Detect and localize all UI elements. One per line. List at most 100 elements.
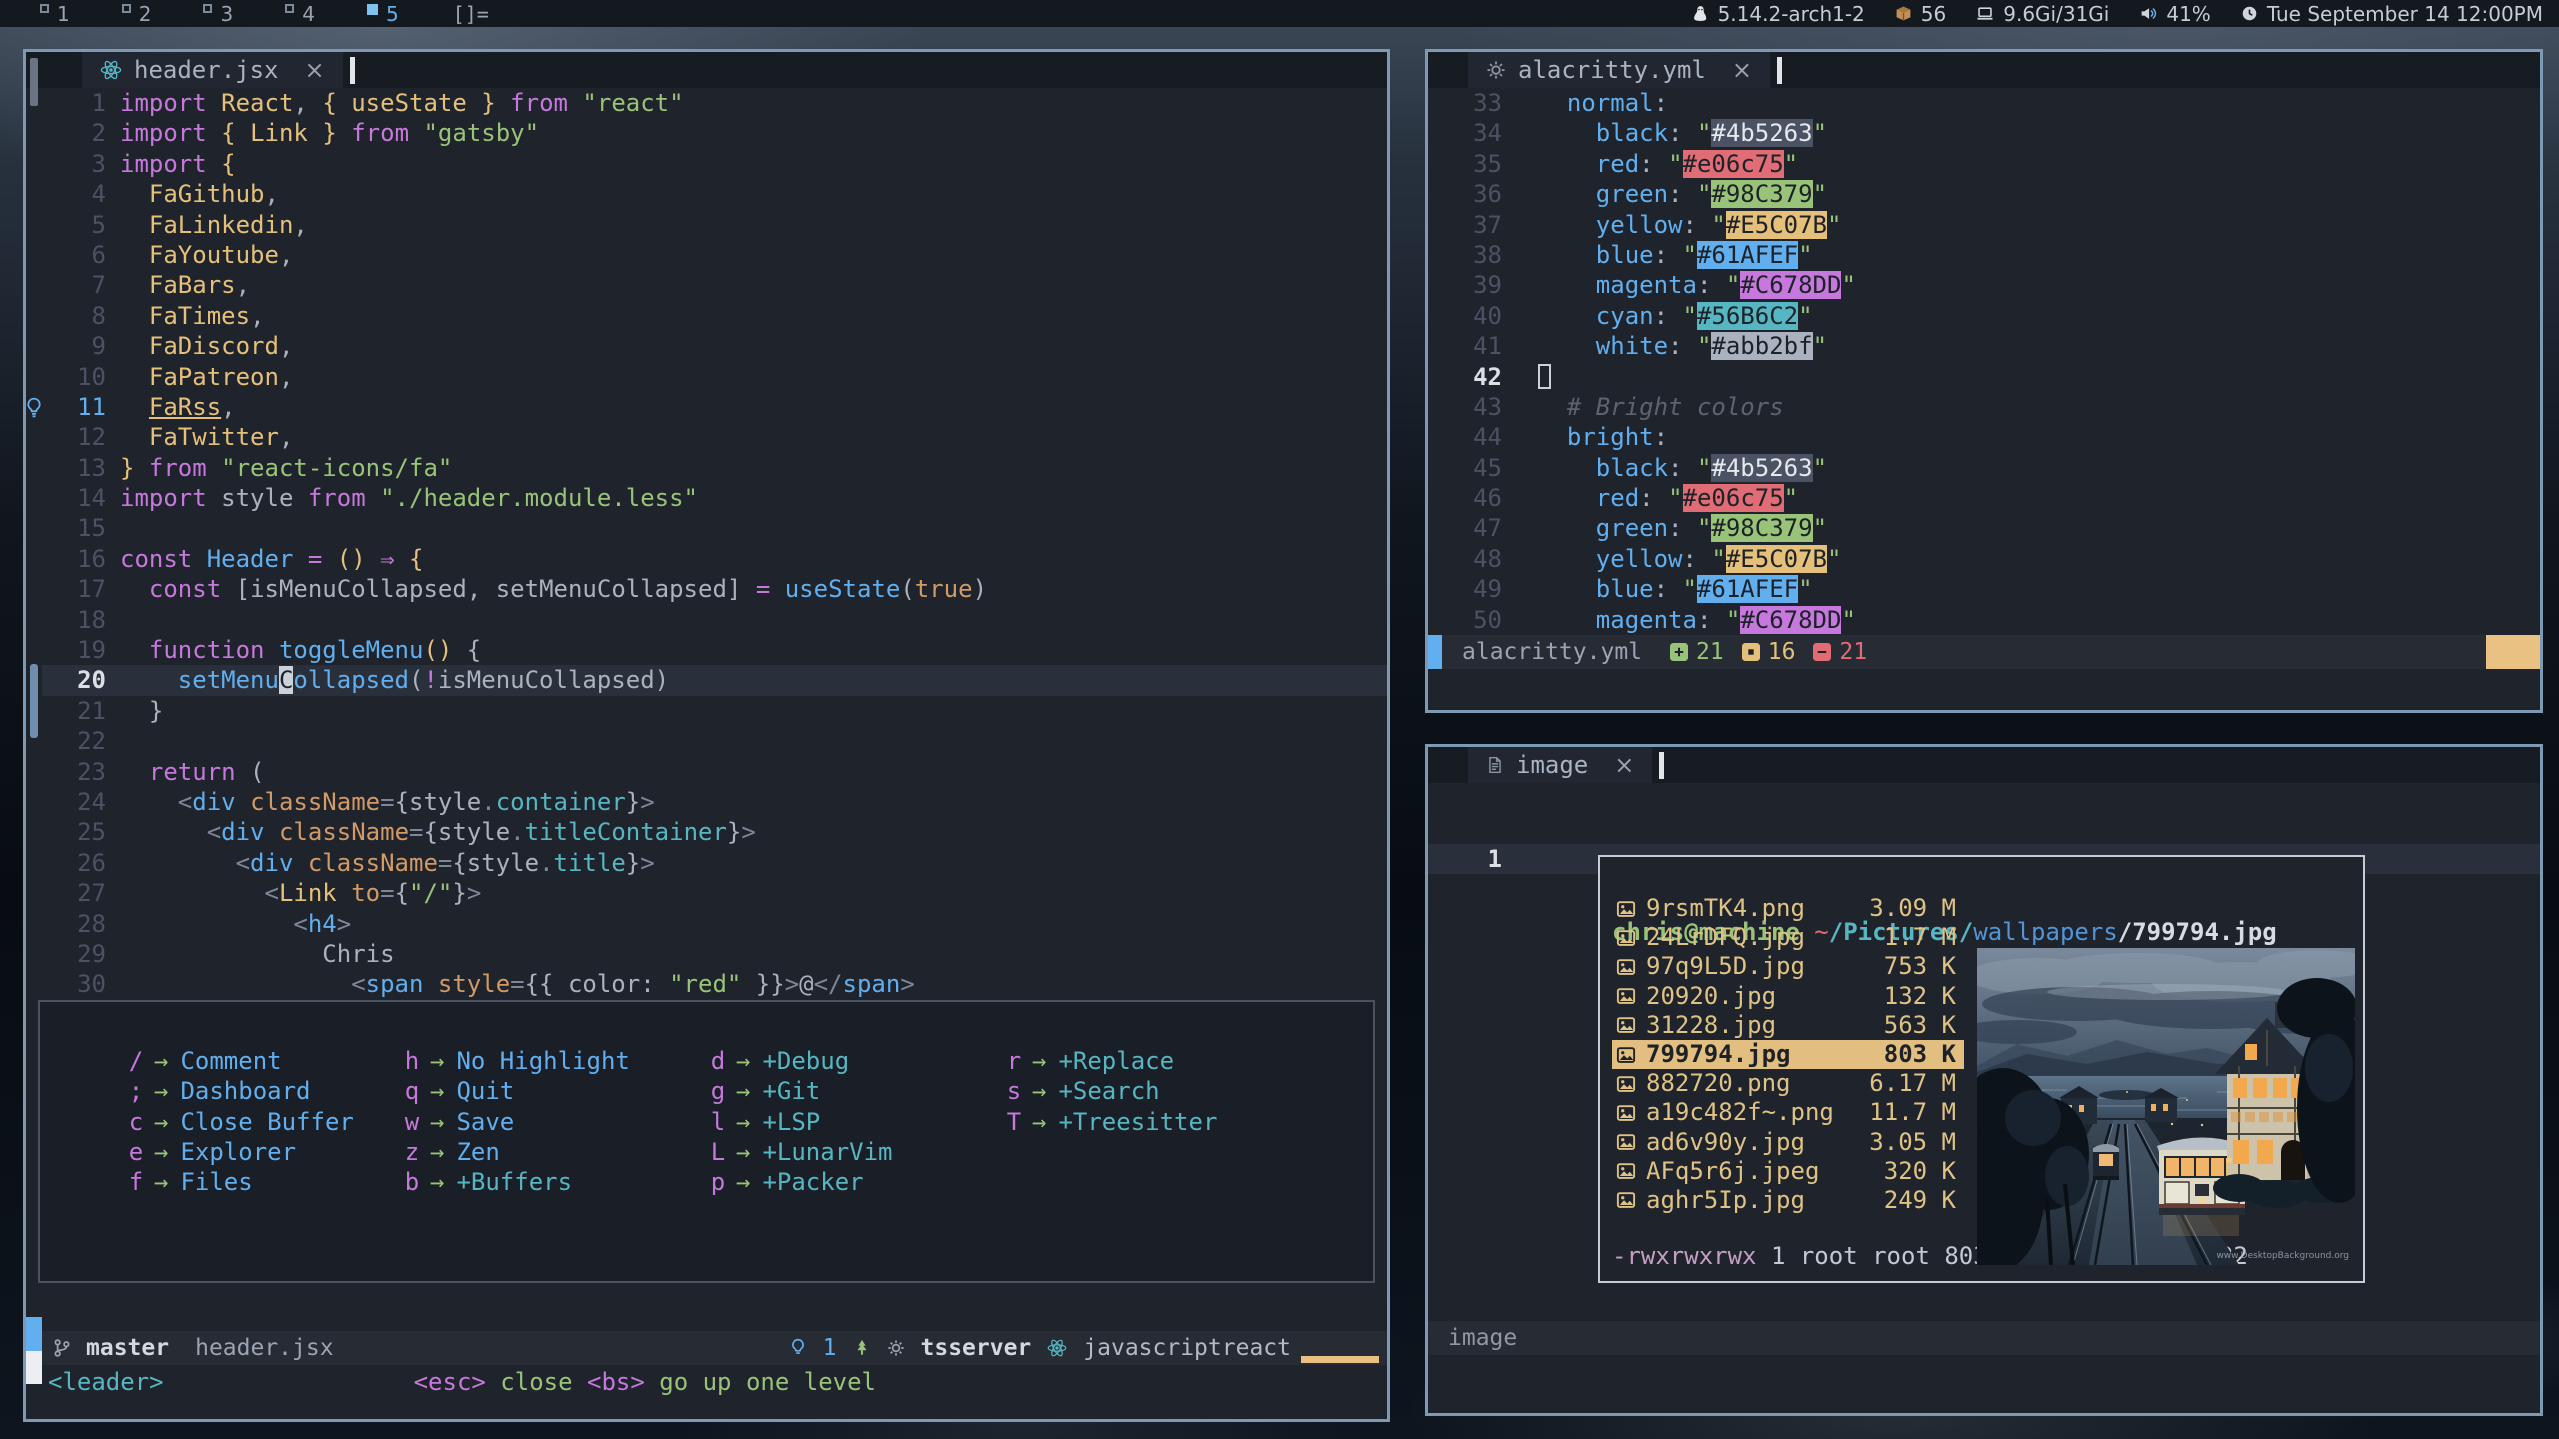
file-list-item[interactable]: AFq5r6j.jpeg320 K [1612,1157,1964,1186]
line-number: 5 [42,210,106,240]
code-line: 21 } [42,696,1387,726]
perm-bits: -rwxrwxrwx [1612,1242,1757,1270]
command-line[interactable]: <leader> <esc> close <bs> go up one leve… [26,1365,1387,1398]
file-list-item[interactable]: ad6v90y.jpg3.05 M [1612,1128,1964,1157]
wallpaper-painting: www.DesktopBackground.org [1977,948,2355,1265]
line-number: 17 [42,574,106,604]
close-icon[interactable]: × [1614,753,1634,777]
arrow-right-icon: → [154,1137,168,1167]
code-text: yellow: "#E5C07B" [1502,544,1841,574]
whichkey-key: s [1006,1076,1022,1106]
code-line: 28 <h4> [42,909,1387,939]
editor-window-alacritty: alacritty.yml × 33 normal:34 black: "#4b… [1425,49,2543,713]
code-text: Chris [106,939,395,969]
mode-indicator-white [26,1351,42,1384]
arrow-right-icon: → [736,1137,750,1167]
file-size: 803 K [1884,1040,1956,1069]
treesitter-icon [853,1338,871,1358]
code-text: <h4> [106,909,351,939]
file-name: ad6v90y.jpg [1646,1128,1869,1157]
arrow-right-icon: → [736,1046,750,1076]
lsp-server: tsserver [921,1335,1032,1361]
code-line: 12 FaTwitter, [42,422,1387,452]
code-line: 48 yellow: "#E5C07B" [1428,544,2540,574]
terminal-preview-panel[interactable]: chris@machine ~/Pictures/wallpapers/7997… [1598,855,2365,1283]
code-text: white: "#abb2bf" [1502,331,1827,361]
file-list-item[interactable]: 882720.png6.17 M [1612,1069,1964,1098]
tabline-cursor [350,57,355,84]
tab-image[interactable]: image × [1468,747,1652,783]
line-number: 38 [1428,240,1502,270]
file-list-item[interactable]: 799794.jpg803 K [1612,1040,1964,1069]
workspace-number: 2 [139,2,152,26]
close-icon[interactable]: × [1732,58,1752,82]
workspace-button-3[interactable]: 3 [177,2,259,26]
file-list-item[interactable]: 24LrDFQ.jpg1.7 M [1612,923,1964,952]
line-number: 49 [1428,574,1502,604]
whichkey-popup: /→Comment;→Dashboardc→Close Buffere→Expl… [38,1000,1375,1283]
code-text: black: "#4b5263" [1502,118,1827,148]
workspace-button-1[interactable]: 1 [14,2,96,26]
image-buffer-area[interactable]: 1 chris@machine ~/Pictures/wallpapers/79… [1428,783,2540,1321]
line-number: 45 [1428,453,1502,483]
line-number: 14 [42,483,106,513]
file-list-item[interactable]: 97q9L5D.jpg753 K [1612,952,1964,981]
statusline-filename: image [1448,1325,1517,1351]
code-buffer-alacritty[interactable]: 33 normal:34 black: "#4b5263"35 red: "#e… [1428,88,2540,635]
line-number: 36 [1428,179,1502,209]
whichkey-key: p [710,1167,726,1197]
code-line: 43 # Bright colors [1428,392,2540,422]
cursor [1538,364,1551,389]
file-list-item[interactable]: aghr5Ip.jpg249 K [1612,1186,1964,1215]
editor-rail [26,52,42,1419]
line-number: 16 [42,544,106,574]
tab-title: alacritty.yml [1518,56,1706,84]
editor-window-left: header.jsx × 1import React, { useState }… [23,49,1390,1422]
code-text: FaLinkedin, [106,210,308,240]
scrollbar-thumb[interactable] [30,664,38,738]
code-text: blue: "#61AFEF" [1502,240,1813,270]
whichkey-key: c [128,1107,144,1137]
statusline-image: image [1428,1321,2540,1355]
code-line: 23 return ( [42,757,1387,787]
arrow-right-icon: → [154,1046,168,1076]
workspace-square-icon [285,4,294,13]
code-line: 39 magenta: "#C678DD" [1428,270,2540,300]
file-list-item[interactable]: a19c482f~.png11.7 M [1612,1098,1964,1127]
code-text: const [isMenuCollapsed, setMenuCollapsed… [106,574,987,604]
whichkey-item: f→Files [128,1167,404,1197]
image-file-icon [1616,928,1646,948]
tab-alacritty-yml[interactable]: alacritty.yml × [1468,52,1770,88]
code-text: } [106,696,163,726]
memory-status: 9.6Gi/31Gi [1976,2,2109,26]
tab-header-jsx[interactable]: header.jsx × [82,52,343,88]
whichkey-label: Save [456,1107,514,1137]
whichkey-item: L→+LunarVim [710,1137,1006,1167]
file-size: 3.09 M [1869,894,1956,923]
file-list-item[interactable]: 9rsmTK4.png3.09 M [1612,894,1964,923]
arrow-right-icon: → [154,1167,168,1197]
editor-gap [26,1283,1387,1332]
file-list-item[interactable]: 31228.jpg563 K [1612,1011,1964,1040]
code-buffer-header-jsx[interactable]: 1import React, { useState } from "react"… [42,88,1387,1000]
workspace-button-2[interactable]: 2 [96,2,178,26]
whichkey-label: +Replace [1058,1046,1174,1076]
diagnostic-hint-icon [789,1338,807,1358]
workspace-button-4[interactable]: 4 [259,2,341,26]
layout-indicator: []= [453,2,489,26]
code-line: 36 green: "#98C379" [1428,179,2540,209]
whichkey-column: /→Comment;→Dashboardc→Close Buffere→Expl… [128,1046,404,1281]
file-name: 20920.jpg [1646,982,1884,1011]
code-text: FaBars, [106,270,250,300]
line-number: 13 [42,453,106,483]
line-number: 21 [42,696,106,726]
workspace-number: 3 [220,2,233,26]
close-icon[interactable]: × [305,58,325,82]
code-line: 7 FaBars, [42,270,1387,300]
file-size: 320 K [1884,1157,1956,1186]
whichkey-item: e→Explorer [128,1137,404,1167]
whichkey-label: Explorer [180,1137,296,1167]
code-line: 50 magenta: "#C678DD" [1428,605,2540,635]
file-list-item[interactable]: 20920.jpg132 K [1612,982,1964,1011]
workspace-button-5[interactable]: 5 [341,2,425,26]
